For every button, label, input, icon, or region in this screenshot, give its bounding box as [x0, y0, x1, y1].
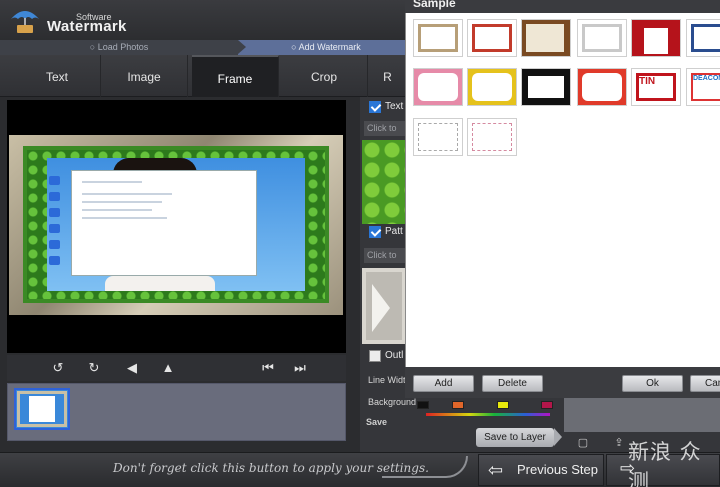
sample-torn-paper-frame[interactable] [577, 19, 627, 57]
step-arrow [238, 40, 246, 54]
flip-horizontal-icon[interactable]: ▲ [157, 358, 179, 378]
color-preview [564, 398, 720, 432]
color-chip-magenta[interactable] [541, 401, 553, 409]
save-to-layer-arrow [554, 428, 562, 446]
frame-pattern [27, 150, 325, 299]
rotate-right-icon[interactable]: ↻ [83, 358, 105, 378]
text-section-title: Text [385, 101, 404, 112]
sample-book-frame[interactable] [521, 19, 571, 57]
sample-stamp-frame[interactable] [577, 68, 627, 106]
rotate-left-icon[interactable]: ↺ [47, 358, 69, 378]
add-button[interactable]: Add [413, 375, 474, 392]
pattern-checkbox[interactable] [369, 226, 381, 238]
color-chip-yellow[interactable] [497, 401, 509, 409]
outline-checkbox[interactable] [369, 350, 381, 362]
sample-dialog [405, 0, 720, 396]
export-icon[interactable]: ⇪ [612, 436, 626, 450]
sample-dashed-frame-2[interactable] [467, 118, 517, 156]
back-arrow-icon: ⇦ [488, 460, 504, 480]
background-label: Background [368, 397, 417, 407]
thumbnail-strip [7, 383, 346, 441]
green-pattern-swatch[interactable] [362, 140, 406, 224]
tab-image[interactable]: Image [101, 55, 188, 97]
explorer-window [71, 170, 257, 276]
sample-blue-frame[interactable] [686, 19, 720, 57]
outline-section-title: Outl [385, 350, 404, 361]
tab-bar: Text Image Frame Crop R [0, 55, 408, 97]
save-to-layer-button[interactable]: Save to Layer [476, 428, 554, 447]
sample-cartoon-frame[interactable]: DEACON [686, 68, 720, 106]
frame-inner [23, 146, 329, 303]
sample-curtain-frame[interactable] [631, 19, 681, 57]
pattern-hint-input[interactable]: Click to ac [364, 248, 408, 275]
ornate-frame [9, 135, 343, 315]
color-slider[interactable] [426, 413, 550, 416]
person-shirt [105, 276, 215, 291]
text-hint-input[interactable]: Click to ac [364, 121, 408, 148]
sample-classic-frame[interactable] [413, 19, 463, 57]
sample-magazine-frame[interactable]: TIN [631, 68, 681, 106]
color-chip-orange[interactable] [452, 401, 464, 409]
umbrella-logo-icon [11, 11, 39, 33]
new-file-icon[interactable]: ▢ [576, 436, 590, 450]
cancel-button[interactable]: Can [690, 375, 720, 392]
frame-swatch[interactable] [362, 268, 406, 344]
hint-arrow-icon [382, 456, 468, 478]
pattern-section-title: Patt [385, 226, 403, 237]
step-add-watermark[interactable]: ○ Add Watermark [246, 40, 406, 55]
tab-resize[interactable]: R [368, 55, 408, 97]
save-section-label: Save [366, 417, 388, 427]
preview-toolbar: ↺ ↻ ◀ ▲ ⏮ ⏭ [7, 355, 346, 381]
tab-text[interactable]: Text [14, 55, 101, 97]
desktop-icons [49, 176, 63, 286]
sample-yellow-floral-frame[interactable] [467, 68, 517, 106]
photo-thumbnail[interactable] [14, 388, 70, 430]
brand-title: Watermark [47, 18, 127, 35]
ok-button[interactable]: Ok [622, 375, 683, 392]
photo-preview [7, 100, 346, 353]
next-photo-icon[interactable]: ⏭ [289, 358, 311, 378]
color-chip-black[interactable] [417, 401, 429, 409]
tab-frame[interactable]: Frame [192, 55, 279, 97]
sample-red-rounded-frame[interactable] [467, 19, 517, 57]
delete-button[interactable]: Delete [482, 375, 543, 392]
flip-vertical-icon[interactable]: ◀ [121, 358, 143, 378]
step-load-photos[interactable]: ○ Load Photos [0, 40, 238, 55]
corner-watermark: 新浪 众测 [628, 440, 702, 487]
sample-pink-heart-frame[interactable] [413, 68, 463, 106]
dialog-title: Sample [413, 0, 456, 10]
sample-film-frame[interactable] [521, 68, 571, 106]
app-window: Software Watermark ○ Load Photos ○ Add W… [0, 0, 720, 487]
text-checkbox[interactable] [369, 101, 381, 113]
sample-dashed-frame-1[interactable] [413, 118, 463, 156]
tab-crop[interactable]: Crop [281, 55, 368, 97]
photo-content [47, 158, 305, 291]
previous-photo-icon[interactable]: ⏮ [257, 358, 279, 378]
